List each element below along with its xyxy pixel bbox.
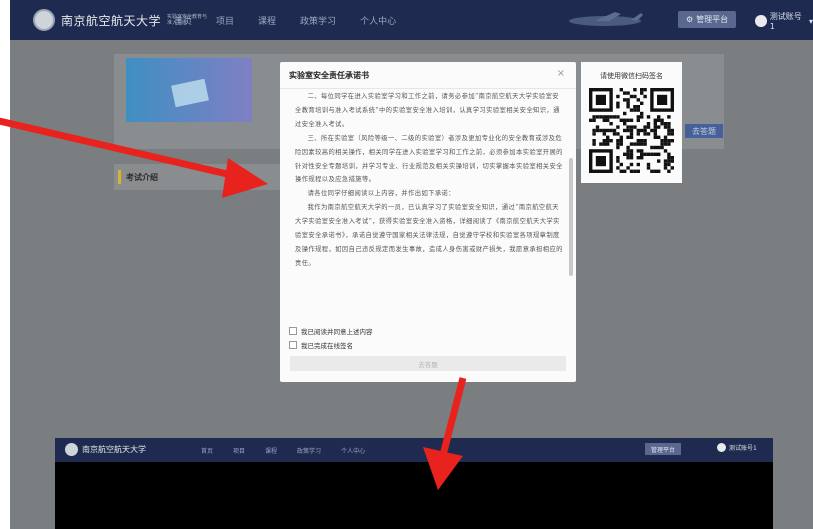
annotation-arrows [0, 117, 467, 490]
arrow-icon [423, 377, 467, 490]
arrow-icon [0, 117, 268, 198]
